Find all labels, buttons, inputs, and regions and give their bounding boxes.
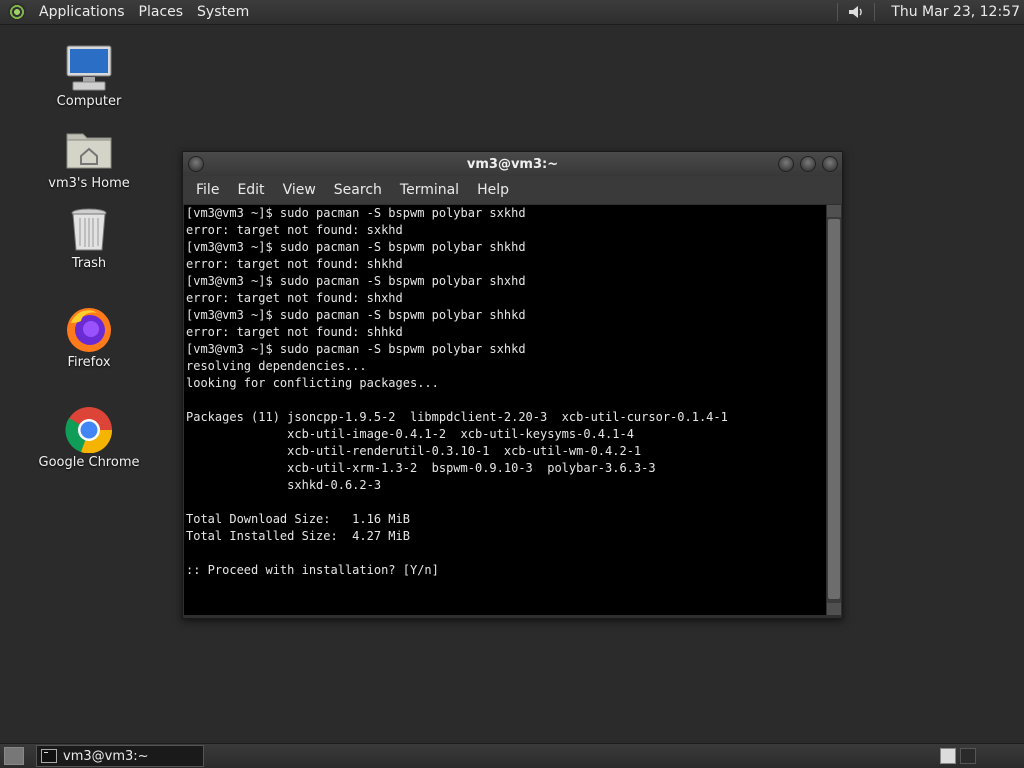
- workspace-2[interactable]: [960, 748, 976, 764]
- terminal-line: [vm3@vm3 ~]$ sudo pacman -S bspwm polyba…: [186, 342, 526, 356]
- terminal-window[interactable]: vm3@vm3:~ File Edit View Search Terminal…: [182, 151, 843, 619]
- close-icon[interactable]: [822, 156, 838, 172]
- home-folder-icon: [63, 126, 115, 174]
- panel-separator: [874, 3, 876, 21]
- desktop-icon-chrome[interactable]: Google Chrome: [29, 405, 149, 470]
- chrome-icon: [63, 405, 115, 454]
- minimize-icon[interactable]: [778, 156, 794, 172]
- terminal-line: error: target not found: sxkhd: [186, 223, 403, 237]
- desktop-icon-label: Computer: [56, 94, 122, 109]
- terminal-line: Total Download Size: 1.16 MiB: [186, 512, 410, 526]
- terminal-scrollbar[interactable]: [827, 205, 841, 615]
- desktop-icon-label: Firefox: [67, 355, 111, 370]
- terminal-line: error: target not found: shkhd: [186, 257, 403, 271]
- terminal-line: error: target not found: shxhd: [186, 291, 403, 305]
- menu-view[interactable]: View: [274, 182, 325, 198]
- maximize-icon[interactable]: [800, 156, 816, 172]
- clock[interactable]: Thu Mar 23, 12:57: [883, 4, 1024, 20]
- system-menu[interactable]: System: [190, 4, 256, 20]
- terminal-line: [vm3@vm3 ~]$ sudo pacman -S bspwm polyba…: [186, 308, 526, 322]
- scroll-down-arrow-icon[interactable]: [827, 603, 841, 615]
- terminal-line: xcb-util-xrm-1.3-2 bspwm-0.9.10-3 polyba…: [186, 461, 656, 475]
- menu-terminal[interactable]: Terminal: [391, 182, 468, 198]
- terminal-line: [vm3@vm3 ~]$ sudo pacman -S bspwm polyba…: [186, 206, 526, 220]
- terminal-line: [vm3@vm3 ~]$ sudo pacman -S bspwm polyba…: [186, 240, 526, 254]
- menu-file[interactable]: File: [187, 182, 228, 198]
- top-panel: Applications Places System Thu Mar 23, 1…: [0, 0, 1024, 25]
- distro-logo-icon[interactable]: [8, 3, 26, 21]
- window-menu-icon[interactable]: [188, 156, 204, 172]
- terminal-line: [vm3@vm3 ~]$ sudo pacman -S bspwm polyba…: [186, 274, 526, 288]
- menu-help[interactable]: Help: [468, 182, 518, 198]
- terminal-line: Packages (11) jsoncpp-1.9.5-2 libmpdclie…: [186, 410, 728, 424]
- terminal-line: xcb-util-image-0.4.1-2 xcb-util-keysyms-…: [186, 427, 634, 441]
- terminal-menubar: File Edit View Search Terminal Help: [183, 176, 842, 204]
- terminal-icon: [41, 749, 57, 763]
- volume-icon[interactable]: [846, 2, 866, 22]
- computer-icon: [63, 44, 115, 92]
- desktop-icon-label: vm3's Home: [48, 176, 130, 191]
- terminal-line: Total Installed Size: 4.27 MiB: [186, 529, 410, 543]
- bottom-panel: vm3@vm3:~: [0, 743, 1024, 768]
- desktop-icon-home[interactable]: vm3's Home: [29, 126, 149, 191]
- window-titlebar[interactable]: vm3@vm3:~: [183, 152, 842, 176]
- desktop-icon-firefox[interactable]: Firefox: [29, 305, 149, 370]
- window-title: vm3@vm3:~: [466, 156, 559, 172]
- applications-menu[interactable]: Applications: [32, 4, 132, 20]
- scrollbar-thumb[interactable]: [828, 219, 840, 599]
- desktop-icon-label: Trash: [71, 256, 107, 271]
- taskbar-label: vm3@vm3:~: [63, 748, 149, 764]
- terminal-line: looking for conflicting packages...: [186, 376, 439, 390]
- places-menu[interactable]: Places: [132, 4, 191, 20]
- terminal-line: resolving dependencies...: [186, 359, 367, 373]
- panel-separator: [837, 3, 839, 21]
- desktop-icon-trash[interactable]: Trash: [29, 206, 149, 271]
- terminal-line: xcb-util-renderutil-0.3.10-1 xcb-util-wm…: [186, 444, 642, 458]
- terminal-output[interactable]: [vm3@vm3 ~]$ sudo pacman -S bspwm polyba…: [184, 205, 826, 615]
- terminal-line: error: target not found: shhkd: [186, 325, 403, 339]
- workspace-1[interactable]: [940, 748, 956, 764]
- desktop-icon-computer[interactable]: Computer: [29, 44, 149, 109]
- trash-icon: [63, 206, 115, 254]
- show-desktop-icon[interactable]: [4, 747, 24, 765]
- terminal-line: :: Proceed with installation? [Y/n]: [186, 563, 439, 577]
- taskbar-button-terminal[interactable]: vm3@vm3:~: [36, 745, 204, 767]
- scroll-up-arrow-icon[interactable]: [827, 205, 841, 217]
- desktop-icon-label: Google Chrome: [38, 455, 140, 470]
- menu-edit[interactable]: Edit: [228, 182, 273, 198]
- firefox-icon: [63, 305, 115, 353]
- menu-search[interactable]: Search: [325, 182, 391, 198]
- terminal-line: sxhkd-0.6.2-3: [186, 478, 382, 492]
